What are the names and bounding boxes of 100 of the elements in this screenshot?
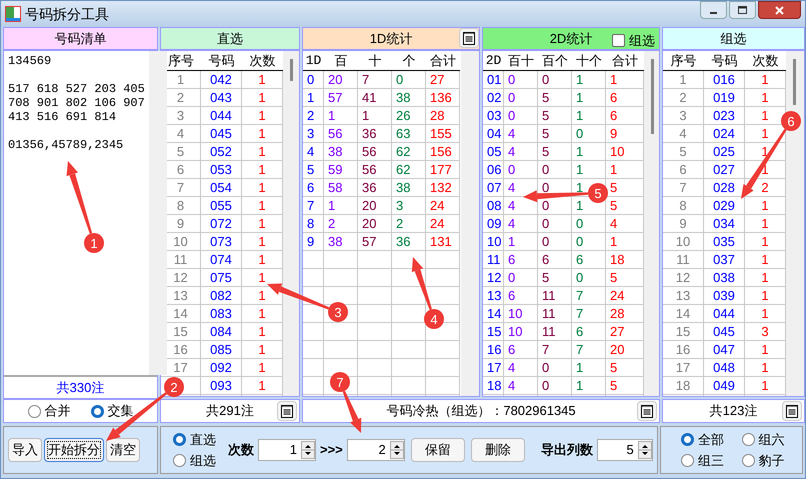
table-cell: 0 [542, 235, 550, 248]
table-cell: 049 [713, 379, 735, 392]
columns-label: 导出列数 [540, 441, 593, 460]
table-cell: 10 [508, 307, 522, 320]
table-cell: 10 [508, 325, 522, 338]
table-cell: 16 [487, 343, 502, 356]
type-radio[interactable]: 组选 [173, 450, 216, 470]
mode-radio[interactable]: 合并 [28, 401, 70, 421]
scrollbar[interactable] [148, 51, 167, 375]
table-cell: 57 [362, 235, 376, 248]
table-cell: 085 [210, 343, 232, 356]
notepad-button[interactable] [459, 28, 479, 48]
table-cell: 18 [610, 253, 624, 266]
table-cell: 047 [713, 343, 735, 356]
empty-cell [358, 287, 392, 305]
action-button[interactable]: 开始拆分 [44, 438, 104, 462]
table-cell: 08 [487, 199, 502, 212]
table-cell: 2 [176, 91, 184, 104]
table-cell: 023 [713, 109, 735, 122]
table-cell: 016 [713, 73, 735, 86]
table-cell: 10 [676, 235, 690, 248]
table-cell: 0 [542, 361, 550, 374]
count-from-spinner[interactable]: 1 [258, 439, 316, 461]
column-header: 1D [306, 52, 322, 70]
table-cell: 7 [176, 181, 184, 194]
table-cell: 2 [307, 109, 314, 122]
notepad-button[interactable] [277, 401, 297, 421]
table-cell: 4 [176, 127, 184, 140]
table-cell: 11 [542, 325, 556, 338]
table-cell: 4 [508, 217, 516, 230]
table-cell: 5 [542, 91, 550, 104]
hot-cold-summary: 号码冷热（组选）：7802961345 [386, 402, 576, 420]
table-cell: 4 [508, 199, 516, 212]
table-cell: 13 [487, 289, 502, 302]
table-cell: 1 [258, 325, 266, 338]
action-button[interactable]: 导入 [8, 438, 42, 462]
table-cell: 1 [508, 235, 516, 248]
mode-radio[interactable]: 交集 [90, 401, 134, 421]
table-cell: 044 [210, 109, 232, 122]
table-cell: 1 [761, 109, 769, 122]
table-cell: 1 [761, 253, 769, 266]
scrollbar[interactable] [786, 51, 804, 396]
notepad-button[interactable] [782, 401, 802, 421]
group-checkbox[interactable]: 组选 [612, 31, 655, 50]
table-cell: 7 [576, 307, 584, 320]
columns-spinner[interactable]: 5 [596, 439, 653, 461]
table-cell: 073 [210, 235, 232, 248]
table-cell: 1 [328, 199, 336, 212]
table-cell: 0 [508, 73, 516, 86]
number-list-textarea[interactable]: 134569 517 618 527 203 405 708 901 802 106 907 413 516 691 814 01356,45789,2345 [4, 51, 149, 156]
table-cell: 072 [210, 217, 232, 230]
table-cell: 0 [542, 199, 550, 212]
close-icon [775, 6, 784, 14]
table-cell: 6 [610, 109, 618, 122]
table-cell: 18 [487, 379, 502, 392]
empty-cell [358, 359, 392, 377]
table-cell: 1 [610, 163, 618, 176]
table-cell: 36 [362, 181, 376, 194]
table-cell: 6 [542, 253, 550, 266]
table-cell: 019 [713, 91, 735, 104]
table-cell: 09 [487, 217, 502, 230]
export-radio[interactable]: 全部 [681, 430, 742, 450]
table-cell: 28 [610, 307, 624, 320]
table-cell: 039 [713, 289, 735, 302]
table-cell: 04 [487, 127, 502, 140]
notepad-button[interactable] [637, 401, 657, 421]
table-cell: 11 [542, 289, 556, 302]
action-button[interactable]: 清空 [106, 438, 140, 462]
table-cell: 4 [679, 127, 687, 140]
export-radio[interactable]: 组三 [681, 450, 742, 470]
table-cell: 20 [362, 217, 376, 230]
table-cell: 16 [173, 343, 188, 356]
scrollbar[interactable] [283, 51, 299, 396]
table-cell: 1 [258, 235, 266, 248]
table-cell: 11 [487, 253, 500, 266]
count-to-spinner[interactable]: 2 [346, 439, 405, 461]
maximize-button[interactable] [729, 1, 756, 19]
scrollbar[interactable] [461, 51, 479, 396]
table-cell: 1 [258, 289, 266, 302]
table-cell: 1 [576, 379, 584, 392]
scrollbar[interactable] [644, 51, 659, 396]
table-cell: 5 [542, 271, 550, 284]
column-header: 百十 [508, 52, 534, 70]
table-cell: 41 [362, 91, 376, 104]
table-cell: 1 [258, 271, 266, 284]
table-cell: 8 [307, 217, 314, 230]
type-radio[interactable]: 直选 [173, 430, 216, 450]
empty-cell [426, 269, 460, 287]
close-button[interactable] [758, 1, 801, 19]
filter-button[interactable]: 保留 [410, 438, 465, 462]
minimize-button[interactable] [700, 1, 727, 19]
export-radio[interactable]: 组六 [742, 430, 802, 450]
table-cell: 3 [176, 109, 184, 122]
table-cell: 1 [258, 145, 266, 158]
filter-button[interactable]: 删除 [470, 438, 525, 462]
table-cell: 1 [258, 217, 266, 230]
export-radio[interactable]: 豹子 [742, 450, 802, 470]
table-cell: 13 [676, 289, 690, 302]
column-header: 次数 [250, 52, 276, 70]
table-cell: 045 [713, 325, 735, 338]
